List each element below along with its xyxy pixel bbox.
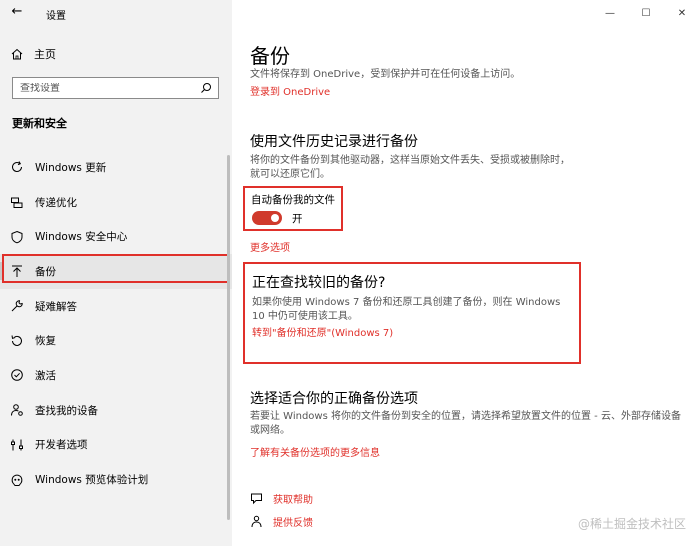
sidebar-item-troubleshoot[interactable]: 疑难解答 xyxy=(0,289,232,324)
sidebar-item-security-center[interactable]: Windows 安全中心 xyxy=(0,219,232,254)
sidebar-item-insider-program[interactable]: Windows 预览体验计划 xyxy=(0,462,232,497)
sidebar-item-developer-options[interactable]: 开发者选项 xyxy=(0,428,232,463)
sidebar-item-label: Windows 更新 xyxy=(35,161,107,174)
back-button[interactable]: ← xyxy=(8,4,26,20)
sidebar-scrollbar[interactable] xyxy=(227,155,230,520)
backup-arrow-icon xyxy=(12,265,22,278)
onedrive-signin-link[interactable]: 登录到 OneDrive xyxy=(250,83,330,98)
sidebar-item-windows-update[interactable]: Windows 更新 xyxy=(0,150,232,185)
auto-backup-toggle[interactable] xyxy=(252,211,282,225)
search-icon[interactable] xyxy=(200,82,212,94)
sidebar-item-find-my-device[interactable]: 查找我的设备 xyxy=(0,393,232,428)
developer-icon xyxy=(11,439,23,451)
sidebar-item-label: 激活 xyxy=(35,369,56,382)
sidebar-item-label: Windows 安全中心 xyxy=(35,231,128,244)
get-help-link[interactable]: 获取帮助 xyxy=(273,491,313,506)
sidebar-item-label: 查找我的设备 xyxy=(35,404,98,417)
feedback-link[interactable]: 提供反馈 xyxy=(273,514,313,529)
auto-backup-label: 自动备份我的文件 xyxy=(251,194,335,206)
choose-backup-description: 若要让 Windows 将你的文件备份到安全的位置，请选择希望放置文件的位置 -… xyxy=(250,411,681,436)
page-title: 备份 xyxy=(250,44,290,68)
window-controls: — ☐ ✕ xyxy=(592,0,700,26)
get-help-row[interactable]: 获取帮助 xyxy=(250,490,313,506)
window-title: 设置 xyxy=(46,11,66,22)
sidebar-item-recovery[interactable]: 恢复 xyxy=(0,323,232,358)
close-button[interactable]: ✕ xyxy=(664,0,700,26)
older-backup-heading: 正在查找较旧的备份? xyxy=(252,275,386,291)
sidebar-item-label: 恢复 xyxy=(35,335,56,348)
refresh-icon xyxy=(12,161,23,173)
sidebar-item-activation[interactable]: 激活 xyxy=(0,358,232,393)
more-options-link[interactable]: 更多选项 xyxy=(250,239,290,254)
shield-icon xyxy=(11,230,23,244)
recovery-icon xyxy=(11,335,22,346)
sidebar-nav: Windows 更新 传递优化 Windows 安全中心 备份 疑难解答 恢复 … xyxy=(0,150,232,497)
onedrive-description: 文件将保存到 OneDrive，受到保护并可在任何设备上访问。 xyxy=(250,69,521,80)
search-input[interactable] xyxy=(20,82,195,94)
check-circle-icon xyxy=(11,369,23,382)
feedback-icon xyxy=(251,515,262,527)
sidebar-item-label: 传递优化 xyxy=(35,196,77,209)
maximize-button[interactable]: ☐ xyxy=(628,0,664,26)
title-bar: ← 设置 xyxy=(0,0,232,26)
file-history-description: 将你的文件备份到其他驱动器，这样当原始文件丢失、受损或被删除时，就可以还原它们。 xyxy=(250,155,570,180)
feedback-row[interactable]: 提供反馈 xyxy=(250,513,313,529)
section-title: 更新和安全 xyxy=(12,117,67,130)
older-backup-highlight: 正在查找较旧的备份? 如果你使用 Windows 7 备份和还原工具创建了备份，… xyxy=(243,262,581,364)
toggle-state-label: 开 xyxy=(292,213,303,225)
person-location-icon xyxy=(11,404,23,416)
chat-help-icon xyxy=(251,493,262,504)
home-label: 主页 xyxy=(34,48,56,61)
learn-more-link[interactable]: 了解有关备份选项的更多信息 xyxy=(250,444,380,459)
sidebar-item-delivery-optimization[interactable]: 传递优化 xyxy=(0,185,232,220)
sidebar-item-label: Windows 预览体验计划 xyxy=(35,474,149,487)
sidebar-item-label: 疑难解答 xyxy=(35,300,77,313)
wrench-icon xyxy=(11,300,23,312)
home-link[interactable]: 主页 xyxy=(10,45,56,63)
home-icon xyxy=(11,48,23,60)
search-box xyxy=(12,77,219,99)
sidebar-item-label: 备份 xyxy=(35,265,56,278)
insider-icon xyxy=(11,474,23,486)
choose-backup-heading: 选择适合你的正确备份选项 xyxy=(250,391,418,407)
sidebar-item-label: 开发者选项 xyxy=(35,439,88,452)
backup-restore-win7-link[interactable]: 转到"备份和还原"(Windows 7) xyxy=(252,324,393,339)
minimize-button[interactable]: — xyxy=(592,0,628,26)
content-pane: — ☐ ✕ 备份 文件将保存到 OneDrive，受到保护并可在任何设备上访问。… xyxy=(232,0,700,546)
delivery-icon xyxy=(11,197,23,209)
auto-backup-highlight: 自动备份我的文件 开 xyxy=(243,186,343,231)
watermark: @稀土掘金技术社区 xyxy=(577,517,686,531)
toggle-knob xyxy=(271,214,279,222)
file-history-heading: 使用文件历史记录进行备份 xyxy=(250,134,418,150)
older-backup-description: 如果你使用 Windows 7 备份和还原工具创建了备份，则在 Windows … xyxy=(252,297,561,322)
sidebar: ← 设置 主页 更新和安全 Windows 更新 xyxy=(0,0,232,546)
sidebar-item-backup[interactable]: 备份 xyxy=(0,254,232,289)
